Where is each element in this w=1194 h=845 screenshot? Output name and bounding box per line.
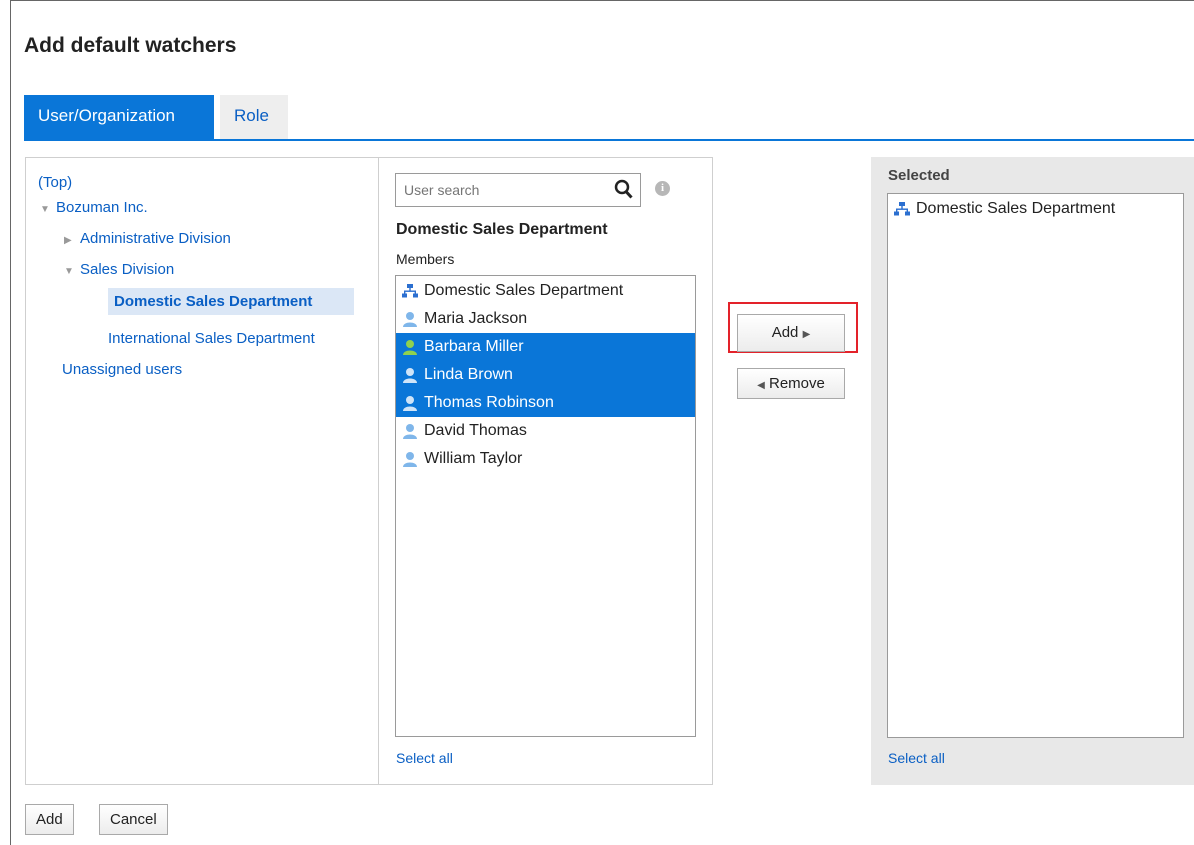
selected-listbox[interactable]: Domestic Sales Department (887, 193, 1184, 738)
expanded-triangle-icon[interactable]: ▼ (64, 266, 74, 277)
list-item-label: Domestic Sales Department (424, 282, 624, 299)
right-arrow-icon: ▶ (802, 329, 811, 340)
dialog-title: Add default watchers (24, 34, 237, 57)
list-item-label: Thomas Robinson (424, 394, 554, 411)
expanded-triangle-icon[interactable]: ▼ (40, 204, 50, 215)
list-item[interactable]: Barbara Miller (396, 333, 695, 361)
department-heading: Domestic Sales Department (396, 221, 608, 238)
org-icon (894, 201, 910, 216)
list-item[interactable]: Maria Jackson (396, 305, 695, 333)
list-item[interactable]: William Taylor (396, 445, 695, 473)
cancel-button[interactable]: Cancel (99, 804, 168, 835)
user-icon (403, 395, 417, 411)
tree-item-international-sales[interactable]: International Sales Department (108, 330, 315, 347)
list-item[interactable]: Domestic Sales Department (396, 277, 695, 305)
list-item-label: David Thomas (424, 422, 527, 439)
list-item-label: William Taylor (424, 450, 523, 467)
tree-item-domestic-sales[interactable]: Domestic Sales Department (108, 288, 354, 315)
tree-item-label: Administrative Division (80, 230, 231, 247)
left-arrow-icon: ◀ (757, 380, 765, 391)
user-icon (403, 451, 417, 467)
tree-item-unassigned-users[interactable]: Unassigned users (62, 361, 182, 378)
selected-label: Selected (888, 167, 950, 184)
list-item-label: Maria Jackson (424, 310, 528, 327)
tree-item-label: Bozuman Inc. (56, 199, 148, 216)
list-item[interactable]: Thomas Robinson (396, 389, 695, 417)
list-item[interactable]: Linda Brown (396, 361, 695, 389)
tab-user-organization[interactable]: User/Organization (24, 95, 214, 140)
user-icon (403, 423, 417, 439)
org-icon (402, 283, 418, 298)
selected-select-all-link[interactable]: Select all (888, 750, 945, 766)
search-icon[interactable] (614, 179, 634, 201)
list-item[interactable]: Domestic Sales Department (888, 195, 1183, 223)
user-search-input[interactable] (402, 181, 606, 199)
collapsed-triangle-icon[interactable]: ▶ (64, 235, 74, 246)
user-icon (403, 367, 417, 383)
list-item[interactable]: David Thomas (396, 417, 695, 445)
panel-divider (378, 157, 379, 785)
user-icon (403, 339, 417, 355)
add-button[interactable]: Add (25, 804, 74, 835)
list-item-label: Domestic Sales Department (916, 200, 1116, 217)
tab-underline (24, 139, 1194, 141)
add-button-label: Add (771, 324, 799, 341)
user-search-box[interactable] (395, 173, 641, 207)
tree-item-bozuman[interactable]: ▼ Bozuman Inc. (40, 199, 148, 216)
info-icon[interactable]: i (655, 181, 670, 196)
members-listbox[interactable]: Domestic Sales Department Maria Jackson … (395, 275, 696, 737)
tab-role[interactable]: Role (220, 95, 288, 140)
members-label: Members (396, 251, 455, 267)
members-select-all-link[interactable]: Select all (396, 750, 453, 766)
user-icon (403, 311, 417, 327)
add-to-selected-button[interactable]: Add ▶ (737, 314, 845, 352)
remove-from-selected-button[interactable]: ◀ Remove (737, 368, 845, 399)
list-item-label: Barbara Miller (424, 338, 524, 355)
tree-item-top[interactable]: (Top) (38, 174, 72, 191)
tree-item-label: Sales Division (80, 261, 175, 278)
list-item-label: Linda Brown (424, 366, 513, 383)
remove-button-label: Remove (769, 375, 825, 392)
tree-item-sales-division[interactable]: ▼ Sales Division (64, 261, 174, 278)
tree-item-administrative-division[interactable]: ▶ Administrative Division (64, 230, 231, 247)
